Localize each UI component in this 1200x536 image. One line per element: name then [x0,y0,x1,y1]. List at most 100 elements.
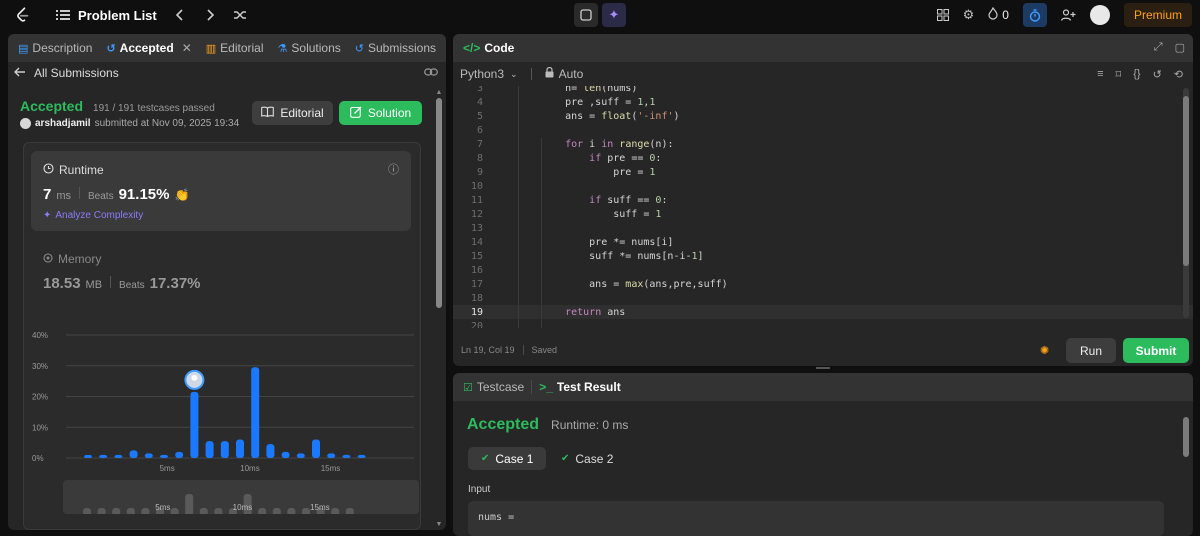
code-line[interactable]: 11 if suff == 0: [453,193,1193,207]
chart-bar[interactable] [342,454,351,458]
check-icon: ✔ [481,453,490,464]
sparkle-icon: ✦ [43,210,52,221]
input-value-box[interactable]: nums = [468,501,1164,536]
chevron-left-icon[interactable] [175,9,185,21]
chart-bar[interactable] [357,454,366,458]
author-name[interactable]: arshadjamil [35,118,91,129]
code-line[interactable]: 7 for i in range(n): [453,137,1193,151]
tab-accepted[interactable]: ↺ Accepted ✕ [106,41,191,55]
code-line[interactable]: 12 suff = 1 [453,207,1193,221]
code-line[interactable]: 4 pre ,suff = 1,1 [453,95,1193,109]
streak-counter[interactable]: 0 [988,6,1009,23]
chart-bar[interactable] [236,439,244,458]
tab-submissions[interactable]: ↺ Submissions [355,41,436,55]
result-scrollbar[interactable] [1183,409,1189,529]
maximize-icon[interactable]: ▢ [1175,41,1185,54]
runtime-box[interactable]: Runtime ⓘ 7 ms Beats 91.15% 👏 ✦ Analyze … [31,151,411,231]
code-line[interactable]: 10 [453,179,1193,193]
chart-bar[interactable] [129,450,138,458]
chart-bar[interactable] [251,367,260,458]
chart-bar[interactable] [312,439,320,458]
code-scrollbar[interactable] [1183,88,1189,318]
code-line[interactable]: 20 [453,319,1193,329]
scrollbar-thumb[interactable] [436,98,442,308]
problem-list-button[interactable]: Problem List [56,8,157,23]
chart-bar[interactable] [220,441,229,458]
testcases-passed: 191 / 191 testcases passed [93,103,215,114]
chart-bar[interactable] [266,444,275,458]
chart-bar[interactable] [160,454,168,458]
info-icon[interactable]: ⓘ [388,161,399,177]
expand-icon[interactable]: ⤢ [1154,41,1163,54]
memory-title[interactable]: Memory [43,252,101,266]
note-icon[interactable] [574,3,598,27]
format-icon[interactable]: ≡ [1097,68,1103,81]
chevron-right-icon[interactable] [205,9,215,21]
link-icon[interactable] [424,66,438,80]
run-button[interactable]: Run [1066,338,1116,363]
code-line[interactable]: 13 [453,221,1193,235]
code-line[interactable]: 16 [453,263,1193,277]
tab-test-result[interactable]: >_ Test Result [539,380,620,394]
tab-divider [531,380,533,394]
runtime-distribution-chart[interactable]: 40% 30% 20% 10% 0% 5ms 10ms 15ms [24,323,422,473]
reset-icon[interactable]: ↺ [1153,68,1162,81]
code-editor[interactable]: 3 n= len(nums) 4 pre ,suff = 1,1 5 ans = f… [453,86,1193,328]
panel-resize-handle[interactable] [816,367,830,369]
add-user-icon[interactable] [1060,9,1076,21]
code-line[interactable]: 6 [453,123,1193,137]
bookmark-icon[interactable]: ⌑ [1116,68,1122,81]
tab-description[interactable]: ▤ Description [18,41,92,55]
all-submissions-link[interactable]: All Submissions [14,66,119,80]
code-line[interactable]: 3 n= len(nums) [453,86,1193,95]
auto-mode[interactable]: Auto [545,66,583,81]
result-scrollbar-thumb[interactable] [1183,417,1189,457]
chart-bar[interactable] [296,453,305,458]
chart-bar[interactable] [114,454,123,458]
chart-bar[interactable] [190,391,199,458]
code-line[interactable]: 9 pre = 1 [453,165,1193,179]
editorial-button[interactable]: Editorial [252,101,333,125]
tab-testcase[interactable]: ☑ Testcase [463,380,524,394]
code-line[interactable]: 15 suff *= nums[n-i-1] [453,249,1193,263]
code-line[interactable]: 19 return ans [453,305,1193,319]
submit-button[interactable]: Submit [1123,338,1189,363]
left-scrollbar[interactable]: ▲ ▼ [435,89,443,528]
settings-icon[interactable]: ⟲ [1174,68,1183,81]
shuffle-icon[interactable] [233,9,247,21]
chart-bar[interactable] [175,451,184,458]
scroll-down-icon[interactable]: ▼ [435,521,443,528]
code-line[interactable]: 5 ans = float('-inf') [453,109,1193,123]
leetcode-logo[interactable] [14,6,32,24]
premium-button[interactable]: Premium [1123,3,1192,27]
scroll-up-icon[interactable]: ▲ [435,89,443,96]
analyze-complexity-link[interactable]: ✦ Analyze Complexity [43,210,143,221]
tab-editorial[interactable]: ▥ Editorial [206,41,264,55]
language-select[interactable]: Python3 ⌄ [460,67,518,81]
chart-bar[interactable] [205,441,214,458]
chart-bar[interactable] [327,453,336,458]
solution-button[interactable]: Solution [339,101,422,125]
close-icon[interactable]: ✕ [182,41,192,55]
code-line[interactable]: 8 if pre == 0: [453,151,1193,165]
chart-bar[interactable] [144,453,153,458]
user-avatar[interactable] [1089,5,1110,25]
code-line[interactable]: 14 pre *= nums[i] [453,235,1193,249]
code-scrollbar-thumb[interactable] [1183,96,1189,266]
chart-bar[interactable] [281,451,290,458]
case-1-tab[interactable]: ✔ Case 1 [468,447,547,470]
code-line[interactable]: 18 [453,291,1193,305]
layout-icon[interactable] [936,9,949,21]
author-avatar[interactable] [20,118,31,129]
gear-icon[interactable]: ⚙ [963,7,975,23]
tab-solutions[interactable]: ⚗ Solutions [278,41,341,55]
chart-range-scrubber[interactable]: 5ms 10ms 15ms [63,480,419,517]
code-line[interactable]: 17 ans = max(ans,pre,suff) [453,277,1193,291]
ai-sparkle-icon[interactable]: ✦ [602,3,626,27]
chart-bar[interactable] [99,454,108,458]
timer-icon[interactable] [1022,3,1047,27]
chart-bar[interactable] [84,454,92,458]
debug-icon[interactable]: ✺ [1040,344,1049,357]
braces-icon[interactable]: {} [1133,68,1140,81]
case-2-tab[interactable]: ✔ Case 2 [548,447,626,470]
